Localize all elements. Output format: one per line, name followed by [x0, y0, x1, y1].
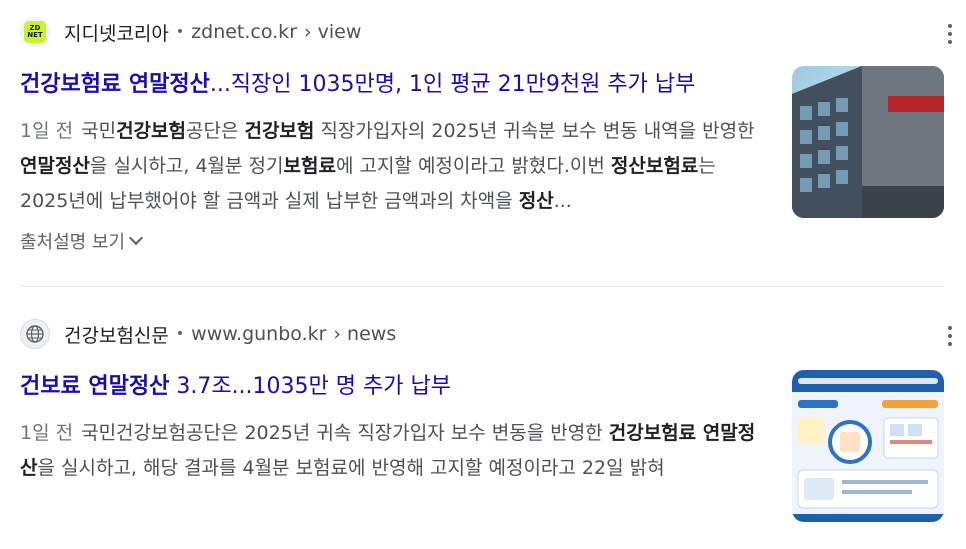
- url-path: › view: [304, 21, 362, 43]
- snippet-highlight: 연말정산: [20, 155, 90, 177]
- result-source[interactable]: 건강보험신문 • www.gunbo.kr › news: [20, 312, 920, 356]
- more-vert-icon[interactable]: [940, 324, 960, 348]
- site-url: www.gunbo.kr: [191, 323, 327, 345]
- result-divider: [20, 286, 944, 287]
- result-title-link[interactable]: 건강보험료 연말정산...직장인 1035만명, 1인 평균 21만9천원 추가…: [20, 66, 695, 98]
- infographic-image: [792, 370, 944, 522]
- snippet-text: 을 실시하고, 해당 결과를 4월분 보험료에 반영해 고지할 예정이라고 22…: [37, 457, 665, 479]
- snippet-text: ...: [553, 190, 572, 212]
- favicon-text: ZD NET: [24, 21, 46, 43]
- snippet-highlight: 정산보험료: [610, 155, 699, 177]
- result-title-link[interactable]: 건보료 연말정산 3.7조...1035만 명 추가 납부: [20, 368, 451, 400]
- title-bold: 건강보험료 연말정산: [20, 72, 210, 97]
- result-date: 1일 전: [20, 422, 74, 444]
- snippet-text: 공단은: [185, 120, 245, 142]
- result-date: 1일 전: [20, 120, 74, 142]
- source-info-toggle[interactable]: 출처설명 보기: [20, 228, 144, 254]
- more-vert-icon[interactable]: [940, 22, 960, 46]
- site-url: zdnet.co.kr: [191, 21, 298, 43]
- result-thumbnail[interactable]: [792, 66, 944, 218]
- snippet-highlight: 보험료: [283, 155, 336, 177]
- zdnet-favicon: ZD NET: [20, 17, 50, 47]
- snippet-text: 을 실시하고, 4월분 정기: [89, 155, 284, 177]
- snippet-text: 국민건강보험공단은 2025년 귀속 직장가입자 보수 변동을 반영한: [81, 422, 609, 444]
- snippet-highlight: 정산: [518, 190, 554, 212]
- building-image: [792, 66, 944, 218]
- result-snippet: 1일 전 국민건강보험공단은 2025년 귀속 직장가입자 보수 변동을 반영한 …: [20, 416, 766, 486]
- title-bold: 건보료 연말정산: [20, 374, 170, 399]
- separator-dot: •: [175, 326, 185, 342]
- snippet-text: 직장가입자의 2025년 귀속분 보수 변동 내역을 반영한: [314, 120, 755, 142]
- title-rest: 3.7조...1035만 명 추가 납부: [169, 374, 451, 399]
- expand-label: 출처설명 보기: [20, 232, 126, 253]
- result-source[interactable]: ZD NET 지디넷코리아 • zdnet.co.kr › view: [20, 10, 920, 54]
- site-name: 지디넷코리아: [64, 22, 169, 45]
- snippet-highlight: 건강보험: [244, 120, 315, 142]
- site-name: 건강보험신문: [64, 324, 169, 347]
- result-snippet: 1일 전 국민건강보험공단은 건강보험 직장가입자의 2025년 귀속분 보수 변…: [20, 114, 766, 219]
- title-rest: ...직장인 1035만명, 1인 평균 21만9천원 추가 납부: [209, 72, 696, 97]
- snippet-text: 국민: [81, 120, 117, 142]
- chevron-down-icon: [129, 230, 144, 246]
- result-thumbnail[interactable]: [792, 370, 944, 522]
- snippet-highlight: 건강보험: [116, 120, 186, 142]
- separator-dot: •: [175, 24, 185, 40]
- snippet-text: 에 고지할 예정이라고 밝혔다.이번: [335, 155, 611, 177]
- globe-icon: [20, 319, 50, 349]
- url-path: › news: [333, 323, 397, 345]
